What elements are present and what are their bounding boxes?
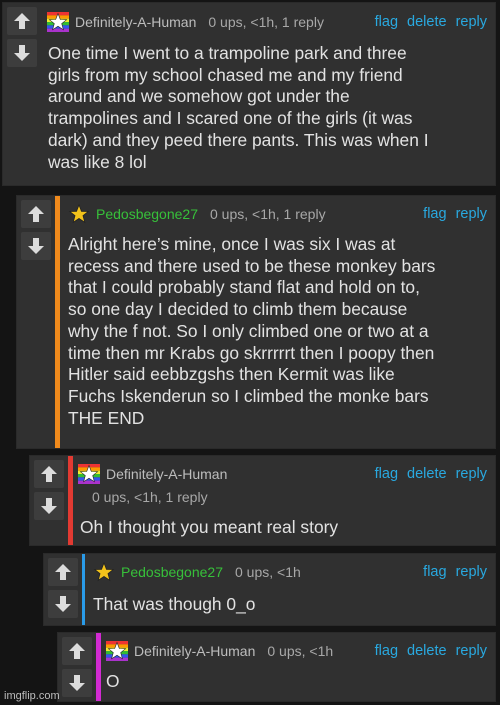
upvote-arrow-icon [14, 13, 30, 29]
comment-3: Definitely-A-Human flag delete reply 0 u… [29, 455, 496, 546]
downvote-arrow-icon [28, 238, 44, 254]
thread-indent-bar [82, 554, 85, 625]
downvote-arrow-icon [41, 498, 57, 514]
upvote-arrow-icon [55, 564, 71, 580]
comment-text: That was though 0_o [93, 594, 256, 614]
thread-indent-bar [68, 456, 73, 545]
thread-indent-bar [96, 633, 101, 701]
username[interactable]: Pedosbegone27 [96, 206, 198, 222]
downvote-button[interactable] [48, 590, 78, 618]
flag-link[interactable]: flag [423, 564, 446, 580]
comment-header: Pedosbegone27 0 ups, <1h, 1 reply flag r… [68, 204, 487, 224]
comment-text: Alright here’s mine, once I was six I wa… [68, 234, 436, 428]
comment-1: Definitely-A-Human 0 ups, <1h, 1 reply f… [2, 2, 496, 186]
delete-link[interactable]: delete [407, 643, 447, 659]
downvote-arrow-icon [14, 45, 30, 61]
downvote-button[interactable] [34, 492, 64, 520]
comment-2: Pedosbegone27 0 ups, <1h, 1 reply flag r… [16, 195, 496, 449]
username[interactable]: Pedosbegone27 [121, 564, 223, 580]
comment-text: Oh I thought you meant real story [80, 517, 339, 537]
upvote-arrow-icon [69, 643, 85, 659]
downvote-button[interactable] [62, 669, 92, 697]
rainbow-star-badge-icon [106, 641, 128, 661]
gold-star-badge-icon [93, 562, 115, 582]
flag-link[interactable]: flag [375, 14, 398, 30]
comment-text: One time I went to a trampoline park and… [48, 43, 429, 172]
flag-link[interactable]: flag [423, 206, 446, 222]
rainbow-star-badge-icon [78, 464, 100, 484]
delete-link[interactable]: delete [407, 14, 447, 30]
downvote-button[interactable] [21, 232, 51, 260]
upvote-arrow-icon [41, 466, 57, 482]
delete-link[interactable]: delete [407, 466, 447, 482]
upvote-button[interactable] [21, 200, 51, 228]
imgflip-watermark: imgflip.com [4, 690, 60, 702]
comment-meta: 0 ups, <1h [267, 643, 334, 659]
downvote-button[interactable] [7, 39, 37, 67]
upvote-button[interactable] [34, 460, 64, 488]
flag-link[interactable]: flag [375, 466, 398, 482]
reply-link[interactable]: reply [456, 206, 487, 222]
upvote-arrow-icon [28, 206, 44, 222]
comment-meta: 0 ups, <1h, 1 reply [208, 14, 324, 30]
thread-indent-bar [55, 196, 60, 448]
comment-meta: 0 ups, <1h [235, 564, 301, 580]
comment-header: Definitely-A-Human 0 ups, <1h, 1 reply f… [47, 12, 487, 32]
upvote-button[interactable] [62, 637, 92, 665]
comment-header: Definitely-A-Human flag delete reply [78, 464, 487, 484]
username[interactable]: Definitely-A-Human [106, 466, 227, 482]
reply-link[interactable]: reply [456, 643, 487, 659]
flag-link[interactable]: flag [375, 643, 398, 659]
gold-star-badge-icon [68, 204, 90, 224]
comment-header: Pedosbegone27 0 ups, <1h flag reply [93, 562, 487, 582]
comment-meta: 0 ups, <1h, 1 reply [210, 206, 326, 222]
reply-link[interactable]: reply [456, 466, 487, 482]
username[interactable]: Definitely-A-Human [75, 14, 196, 30]
comment-meta-row: 0 ups, <1h, 1 reply [92, 487, 208, 507]
upvote-button[interactable] [7, 7, 37, 35]
reply-link[interactable]: reply [456, 564, 487, 580]
upvote-button[interactable] [48, 558, 78, 586]
downvote-arrow-icon [69, 675, 85, 691]
comment-5: Definitely-A-Human 0 ups, <1h flag delet… [57, 632, 496, 702]
reply-link[interactable]: reply [456, 14, 487, 30]
comment-4: Pedosbegone27 0 ups, <1h flag reply That… [43, 553, 496, 626]
comment-text: O [106, 671, 120, 691]
rainbow-star-badge-icon [47, 12, 69, 32]
comment-meta: 0 ups, <1h, 1 reply [92, 489, 208, 505]
downvote-arrow-icon [55, 596, 71, 612]
username[interactable]: Definitely-A-Human [134, 643, 255, 659]
comment-header: Definitely-A-Human 0 ups, <1h flag delet… [106, 641, 487, 661]
